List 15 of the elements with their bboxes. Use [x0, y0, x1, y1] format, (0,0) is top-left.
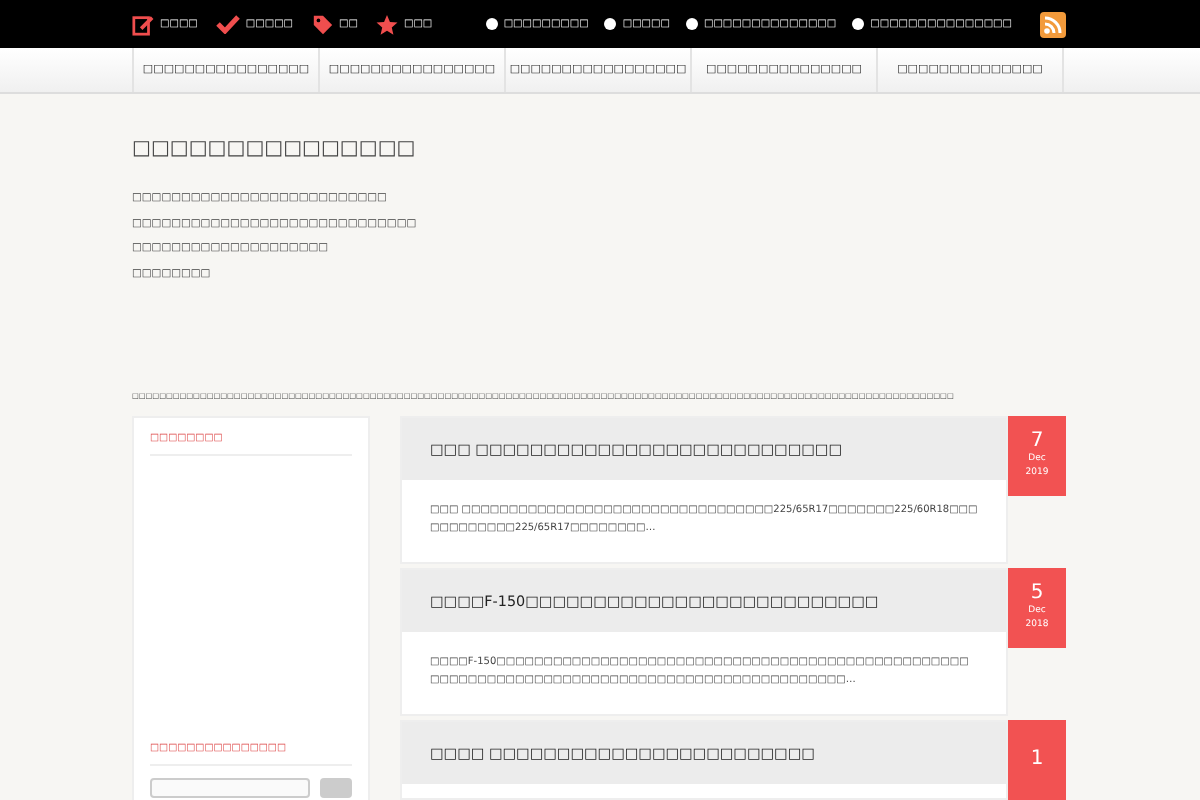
star-icon: [375, 13, 398, 35]
date-day: 7: [1030, 430, 1044, 452]
search-field[interactable]: [150, 777, 310, 797]
bullet-icon: [485, 18, 498, 30]
bullet-icon: [852, 18, 865, 30]
check-icon: [215, 14, 240, 34]
bullet-icon: [604, 18, 617, 30]
edit-icon: [132, 13, 154, 35]
date-day: 1: [1030, 748, 1044, 770]
site-title[interactable]: □□□□□□□□□□□□□□□: [132, 138, 1066, 160]
rss-icon[interactable]: [1040, 11, 1066, 37]
bullet-icon: [685, 18, 698, 30]
date-day: 5: [1030, 582, 1044, 604]
tag-icon: [311, 13, 334, 35]
search-button[interactable]: [320, 777, 352, 797]
